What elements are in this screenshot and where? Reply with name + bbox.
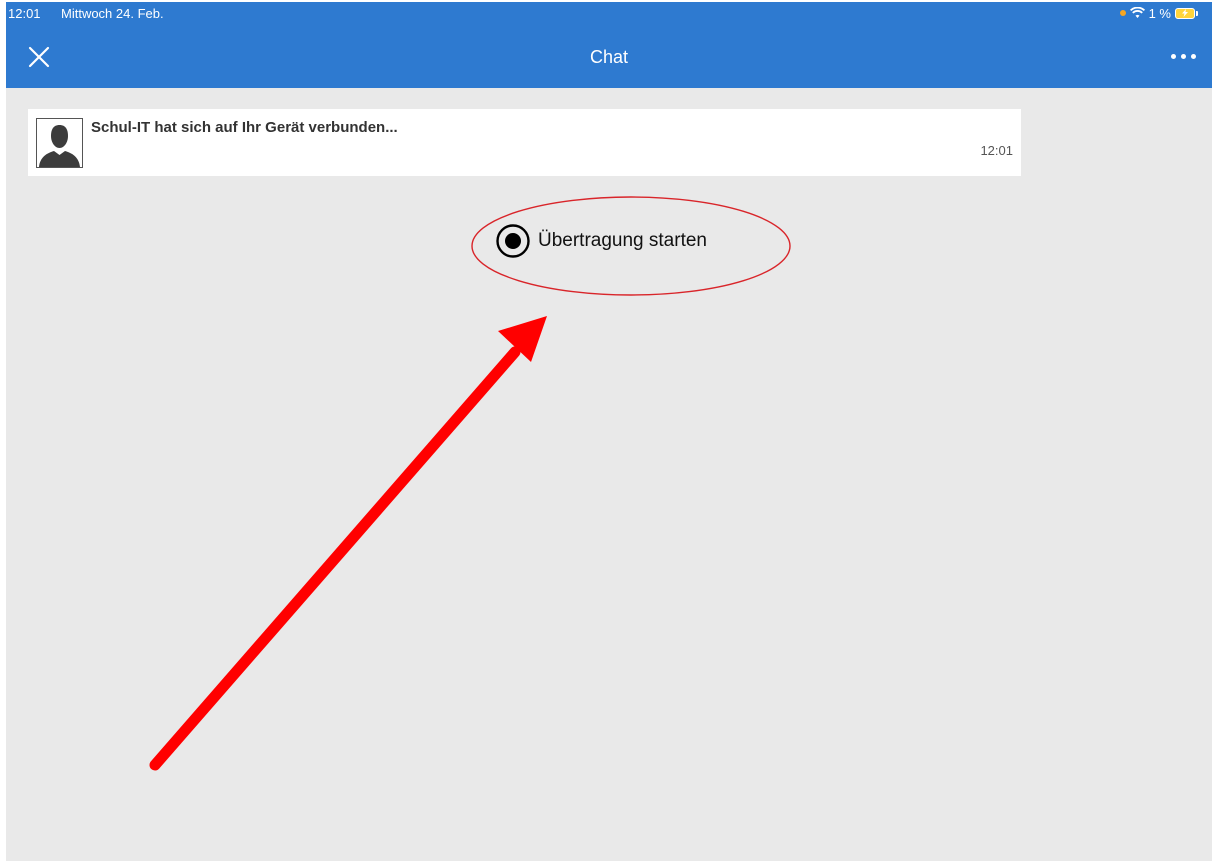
annotation-arrow-shaft — [149, 346, 521, 771]
highlight-ellipse — [471, 196, 791, 296]
annotation-overlay — [149, 196, 791, 771]
